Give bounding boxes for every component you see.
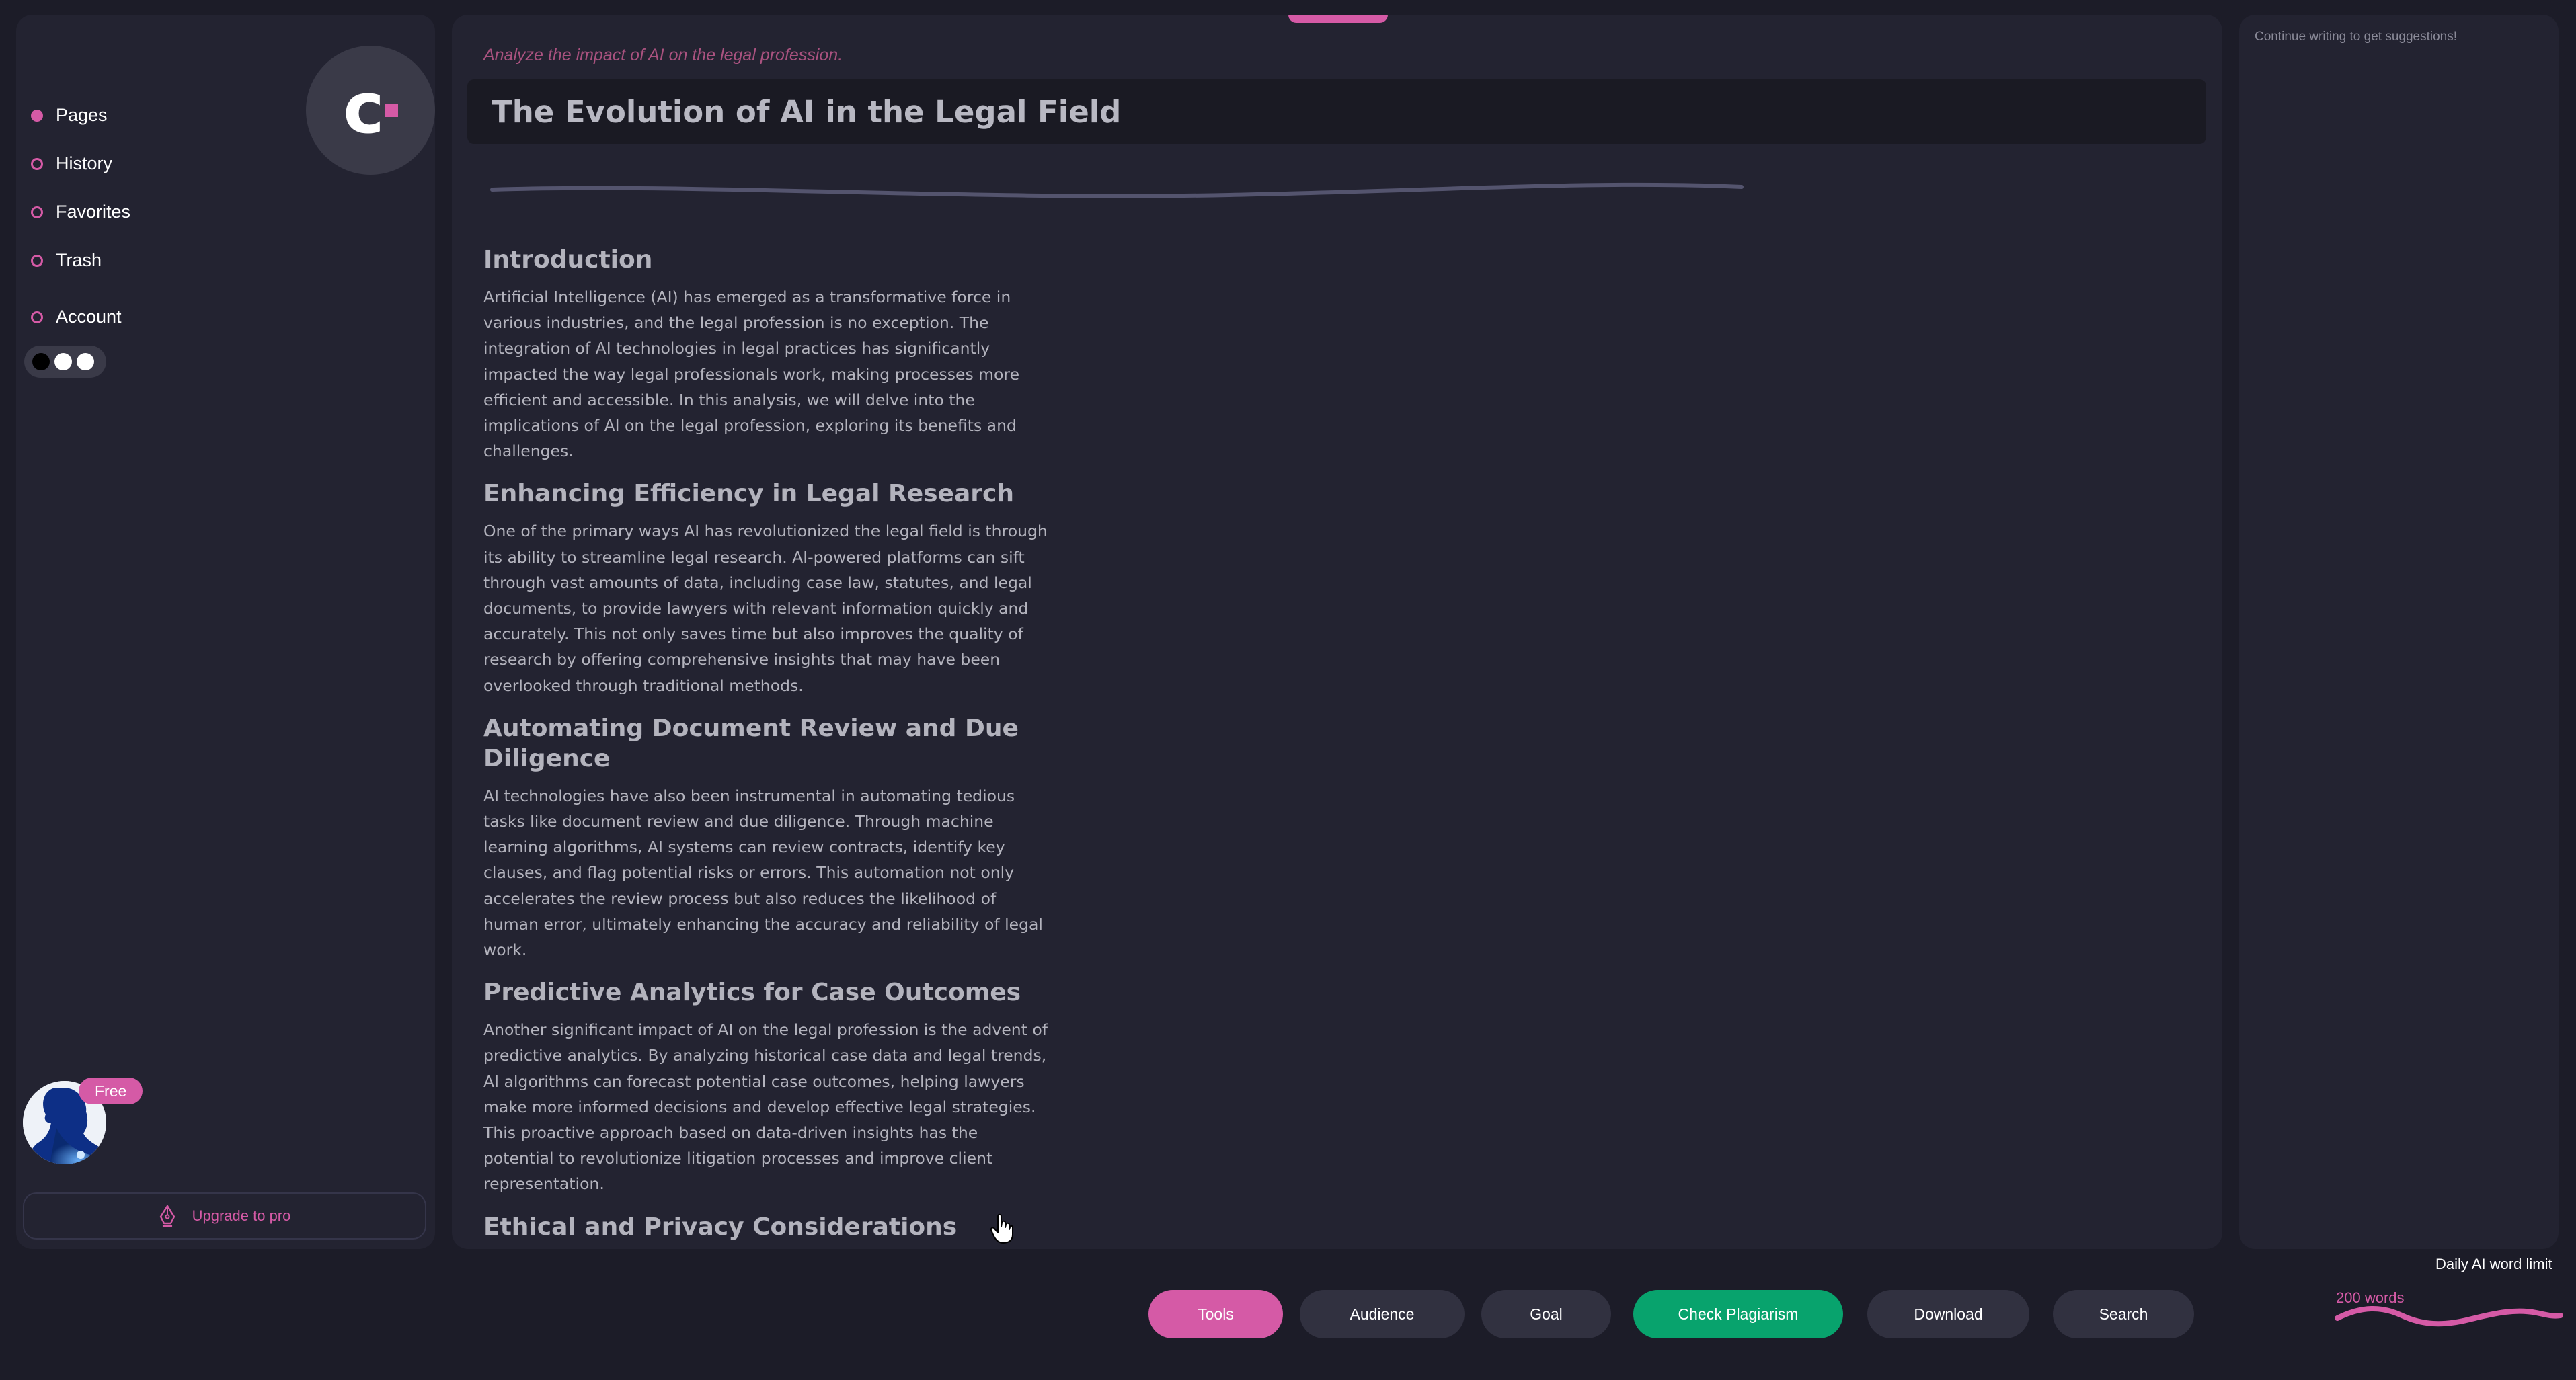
section-heading: Enhancing Efficiency in Legal Research bbox=[483, 480, 1014, 508]
document-title: The Evolution of AI in the Legal Field bbox=[492, 93, 1122, 130]
circle-icon bbox=[31, 206, 43, 218]
plan-badge: Free bbox=[79, 1078, 143, 1104]
theme-dark-option[interactable] bbox=[32, 353, 50, 370]
upgrade-label: Upgrade to pro bbox=[192, 1207, 291, 1224]
suggestions-panel: Continue writing to get suggestions! bbox=[2239, 15, 2559, 1249]
word-limit-meter bbox=[2335, 1305, 2563, 1327]
sidebar-item-pages[interactable]: Pages bbox=[31, 105, 108, 126]
document-body[interactable]: Introduction Artificial Intelligence (AI… bbox=[483, 245, 1048, 1249]
check-plagiarism-button[interactable]: Check Plagiarism bbox=[1633, 1290, 1843, 1338]
circle-icon bbox=[31, 311, 43, 323]
sidebar-item-account[interactable]: Account bbox=[31, 307, 122, 327]
upgrade-button[interactable]: Upgrade to pro bbox=[23, 1192, 426, 1240]
theme-light-option[interactable] bbox=[54, 353, 72, 370]
section-paragraph: One of the primary ways AI has revolutio… bbox=[483, 522, 1048, 695]
sidebar-item-label: History bbox=[56, 153, 113, 173]
sidebar: c Pages History Favorites Trash Account bbox=[16, 15, 435, 1249]
audience-button[interactable]: Audience bbox=[1300, 1290, 1465, 1338]
prompt-text: Analyze the impact of AI on the legal pr… bbox=[483, 46, 843, 65]
word-limit-label: Daily AI word limit bbox=[2435, 1256, 2552, 1272]
sidebar-item-label: Favorites bbox=[56, 202, 131, 222]
section-paragraph: Another significant impact of AI on the … bbox=[483, 1020, 1048, 1194]
hand-cursor-icon bbox=[990, 1213, 1013, 1244]
download-button[interactable]: Download bbox=[1867, 1290, 2029, 1338]
section-heading: Ethical and Privacy Considerations bbox=[483, 1213, 958, 1241]
tools-button[interactable]: Tools bbox=[1148, 1290, 1283, 1338]
circle-icon bbox=[31, 157, 43, 170]
theme-light-option[interactable] bbox=[77, 353, 94, 370]
divider-squiggle bbox=[490, 182, 1744, 198]
section-paragraph: Artificial Intelligence (AI) has emerged… bbox=[483, 288, 1020, 461]
logo-letter: c bbox=[343, 67, 385, 149]
logo[interactable]: c bbox=[306, 46, 435, 175]
panel-handle[interactable] bbox=[1288, 15, 1388, 23]
suggestions-placeholder: Continue writing to get suggestions! bbox=[2255, 30, 2458, 44]
search-button[interactable]: Search bbox=[2053, 1290, 2194, 1338]
section-heading: Introduction bbox=[483, 246, 653, 274]
circle-icon bbox=[31, 254, 43, 267]
sidebar-item-favorites[interactable]: Favorites bbox=[31, 202, 130, 222]
sidebar-item-label: Pages bbox=[56, 105, 108, 125]
theme-switcher[interactable] bbox=[24, 346, 106, 378]
section-heading: Automating Document Review and Due Dilig… bbox=[483, 714, 1019, 772]
sidebar-item-label: Account bbox=[56, 307, 122, 327]
title-field[interactable]: The Evolution of AI in the Legal Field bbox=[467, 79, 2206, 144]
sidebar-item-history[interactable]: History bbox=[31, 153, 112, 174]
section-heading: Predictive Analytics for Case Outcomes bbox=[483, 979, 1021, 1007]
pen-nib-icon bbox=[159, 1205, 175, 1227]
sidebar-item-label: Trash bbox=[56, 250, 102, 270]
sidebar-item-trash[interactable]: Trash bbox=[31, 250, 102, 271]
filled-circle-icon bbox=[31, 109, 43, 122]
goal-button[interactable]: Goal bbox=[1481, 1290, 1611, 1338]
logo-dot bbox=[384, 104, 398, 117]
section-paragraph: AI technologies have also been instrumen… bbox=[483, 786, 1043, 960]
editor-panel: Analyze the impact of AI on the legal pr… bbox=[452, 15, 2222, 1249]
